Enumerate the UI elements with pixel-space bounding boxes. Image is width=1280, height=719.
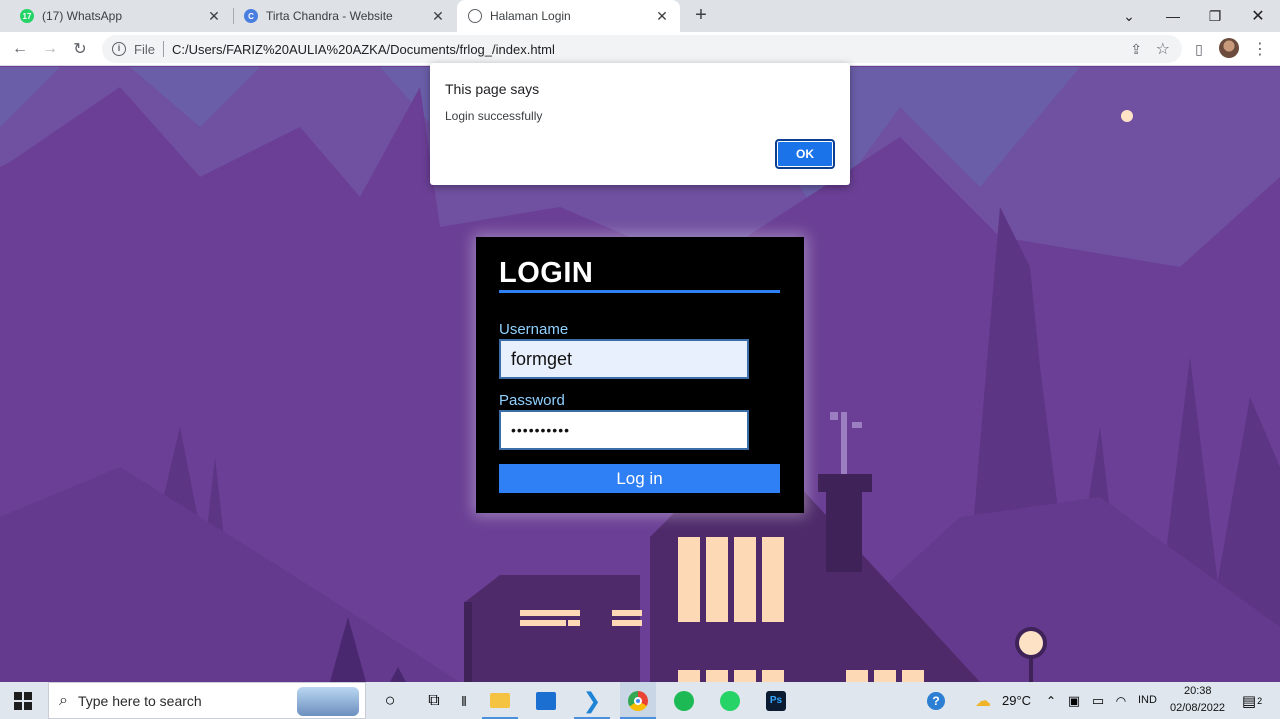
reload-button[interactable]: ↻: [68, 37, 92, 61]
weather-icon[interactable]: ☁: [970, 682, 996, 719]
password-input[interactable]: ••••••••••: [499, 410, 749, 450]
new-tab-button[interactable]: +: [690, 5, 712, 27]
tab-title: Tirta Chandra - Website: [266, 9, 393, 23]
url-text: C:/Users/FARIZ%20AULIA%20AZKA/Documents/…: [171, 41, 555, 57]
login-button[interactable]: Log in: [499, 464, 780, 493]
windows-taskbar: ⌕ Type here to search ○ ⧉ ‖ ❯ Ps ? ☁ 29°…: [0, 682, 1280, 719]
start-button[interactable]: [0, 682, 46, 719]
ok-button[interactable]: OK: [775, 139, 835, 169]
password-label: Password: [499, 392, 565, 409]
taskbar-divider-icon: ‖: [461, 692, 467, 709]
tab-strip: 17 (17) WhatsApp ✕ C Tirta Chandra - Web…: [0, 0, 1280, 32]
tab-search-icon[interactable]: ⌄: [1107, 0, 1151, 32]
chrome-icon[interactable]: [620, 682, 656, 719]
side-panel-icon[interactable]: ▯: [1187, 37, 1211, 61]
whatsapp-taskbar-icon[interactable]: [712, 682, 748, 719]
language-indicator[interactable]: IND: [1138, 694, 1157, 706]
wifi-icon[interactable]: ◠: [1112, 682, 1130, 719]
battery-icon[interactable]: ▭: [1088, 682, 1108, 719]
tab-tirta-chandra[interactable]: C Tirta Chandra - Website ✕: [234, 0, 456, 32]
search-icon: ⌕: [59, 691, 68, 709]
globe-icon: [468, 9, 482, 23]
minimize-button[interactable]: —: [1151, 0, 1195, 32]
share-icon[interactable]: ⇪: [1130, 41, 1142, 58]
notification-center-icon[interactable]: ▤ 2: [1238, 682, 1266, 719]
taskbar-search-box[interactable]: ⌕ Type here to search: [48, 682, 366, 719]
bookmark-star-icon[interactable]: ☆: [1156, 39, 1170, 59]
tab-halaman-login[interactable]: Halaman Login ✕: [457, 0, 680, 32]
close-tab-icon[interactable]: ✕: [206, 8, 222, 24]
chevron-up-icon[interactable]: ⌃: [1042, 682, 1060, 719]
forward-button[interactable]: →: [38, 37, 62, 61]
heading-underline: [499, 290, 780, 293]
username-input[interactable]: formget: [499, 339, 749, 379]
login-heading: LOGIN: [499, 257, 594, 289]
info-icon[interactable]: i: [112, 42, 126, 56]
username-label: Username: [499, 321, 569, 338]
site-icon: C: [244, 9, 258, 23]
close-tab-icon[interactable]: ✕: [654, 8, 670, 24]
dialog-message: Login successfully: [445, 109, 543, 123]
help-icon[interactable]: ?: [922, 682, 950, 719]
dialog-title: This page says: [445, 81, 540, 97]
tab-title: (17) WhatsApp: [42, 9, 123, 23]
restore-button[interactable]: ❐: [1193, 0, 1237, 32]
windows-logo-icon: [14, 691, 32, 710]
file-explorer-icon[interactable]: [482, 682, 518, 719]
clock-time[interactable]: 20:38: [1184, 685, 1212, 697]
login-card: LOGIN Username formget Password ••••••••…: [476, 237, 804, 513]
photoshop-icon[interactable]: Ps: [758, 682, 794, 719]
tab-whatsapp[interactable]: 17 (17) WhatsApp ✕: [0, 0, 232, 32]
address-prefix: File: [134, 41, 155, 57]
menu-icon[interactable]: ⋮: [1248, 37, 1272, 61]
back-button[interactable]: ←: [8, 37, 32, 61]
notification-count: 2: [1257, 695, 1263, 706]
address-divider: [162, 41, 164, 57]
close-window-button[interactable]: ✕: [1236, 0, 1280, 32]
search-highlight-icon: [297, 687, 359, 716]
temperature-text[interactable]: 29°C: [1002, 693, 1031, 708]
address-bar[interactable]: i File C:/Users/FARIZ%20AULIA%20AZKA/Doc…: [102, 35, 1182, 63]
browser-toolbar: ← → ↻ i File C:/Users/FARIZ%20AULIA%20AZ…: [0, 32, 1280, 66]
spotify-icon[interactable]: [666, 682, 702, 719]
alert-dialog: This page says Login successfully OK: [430, 63, 850, 185]
search-placeholder: Type here to search: [77, 692, 202, 709]
meet-now-icon[interactable]: ▣: [1064, 682, 1084, 719]
cortana-icon[interactable]: ○: [372, 682, 408, 719]
close-tab-icon[interactable]: ✕: [430, 8, 446, 24]
vscode-icon[interactable]: ❯: [574, 682, 610, 719]
profile-avatar[interactable]: [1219, 38, 1239, 58]
task-view-icon[interactable]: ⧉: [416, 682, 452, 719]
microsoft-store-icon[interactable]: [528, 682, 564, 719]
clock-date[interactable]: 02/08/2022: [1170, 702, 1225, 714]
whatsapp-icon: 17: [20, 9, 34, 23]
tab-title: Halaman Login: [490, 9, 571, 23]
